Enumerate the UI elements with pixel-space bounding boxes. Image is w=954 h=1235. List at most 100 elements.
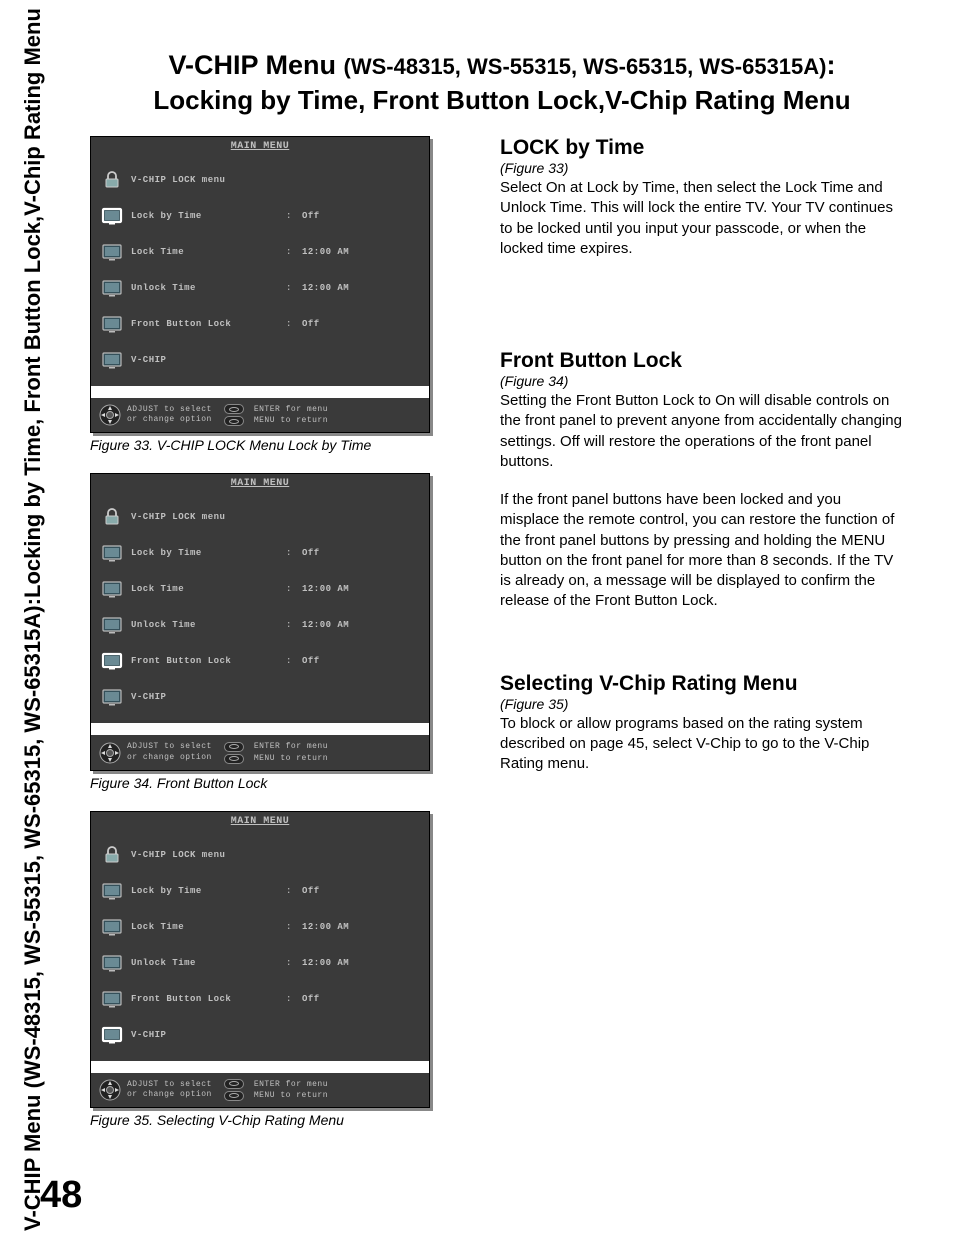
menu-row-2[interactable]: Unlock Time:12:00 AM bbox=[101, 945, 419, 981]
side-tab: V-CHIP Menu (WS-48315, WS-55315, WS-6531… bbox=[20, 160, 45, 1080]
menu-row-value: 12:00 AM bbox=[302, 958, 349, 968]
menu-row-label: Front Button Lock bbox=[131, 994, 276, 1004]
menu-row-label: Front Button Lock bbox=[131, 656, 276, 666]
lock-by-time-heading: LOCK by Time bbox=[500, 136, 904, 160]
title-prefix: V-CHIP Menu bbox=[168, 50, 343, 80]
page-title-line1: V-CHIP Menu (WS-48315, WS-55315, WS-6531… bbox=[100, 50, 904, 81]
footer-right-text: ENTER for menuMENU to return bbox=[254, 404, 328, 426]
menu-row-1[interactable]: Lock Time:12:00 AM bbox=[101, 909, 419, 945]
front-button-lock-body1: Setting the Front Button Lock to On will… bbox=[500, 391, 904, 472]
tv-icon bbox=[101, 614, 123, 636]
menu-row-0[interactable]: Lock by Time:Off bbox=[101, 198, 419, 234]
menu-row-value: Off bbox=[302, 994, 320, 1004]
nav-dpad-icon bbox=[99, 404, 121, 426]
menu-button-icon bbox=[224, 416, 244, 426]
tv-icon bbox=[101, 916, 123, 938]
menu-row-sep: : bbox=[284, 958, 294, 968]
menu-header-row: V-CHIP LOCK menu bbox=[101, 162, 419, 198]
menu-row-value: Off bbox=[302, 656, 320, 666]
menu-row-label: Unlock Time bbox=[131, 958, 276, 968]
menu-row-1[interactable]: Lock Time:12:00 AM bbox=[101, 571, 419, 607]
menu-row-value: 12:00 AM bbox=[302, 283, 349, 293]
menu-row-value: Off bbox=[302, 319, 320, 329]
tv-icon bbox=[101, 578, 123, 600]
screenshot-footer: ADJUST to selector change option ENTER fo… bbox=[91, 723, 429, 769]
footer-buttons bbox=[224, 742, 244, 764]
menu-row-sep: : bbox=[284, 620, 294, 630]
tv-icon bbox=[101, 277, 123, 299]
figure-34-screenshot: MAIN MENU V-CHIP LOCK menu Lock by Time: Of… bbox=[90, 473, 430, 770]
menu-row-0[interactable]: Lock by Time:Off bbox=[101, 873, 419, 909]
tv-icon bbox=[101, 650, 123, 672]
menu-row-label: Lock Time bbox=[131, 584, 276, 594]
menu-row-label: Lock Time bbox=[131, 922, 276, 932]
enter-button-icon bbox=[224, 1079, 244, 1089]
menu-row-2[interactable]: Unlock Time:12:00 AM bbox=[101, 270, 419, 306]
lock-icon bbox=[101, 506, 123, 528]
menu-row-label: Lock by Time bbox=[131, 548, 276, 558]
left-column: MAIN MENU V-CHIP LOCK menu Lock by Time: Of… bbox=[90, 136, 430, 1148]
footer-right-text: ENTER for menuMENU to return bbox=[254, 741, 328, 763]
menu-row-sep: : bbox=[284, 886, 294, 896]
menu-row-label: V-CHIP bbox=[131, 692, 276, 702]
tv-icon bbox=[101, 1024, 123, 1046]
tv-icon bbox=[101, 686, 123, 708]
page-title-block: V-CHIP Menu (WS-48315, WS-55315, WS-6531… bbox=[100, 50, 904, 116]
nav-dpad-icon bbox=[99, 742, 121, 764]
menu-row-3[interactable]: Front Button Lock: Off bbox=[101, 306, 419, 342]
menu-header-row: V-CHIP LOCK menu bbox=[101, 499, 419, 535]
vchip-rating-figref: (Figure 35) bbox=[500, 696, 904, 712]
page-title-line2: Locking by Time, Front Button Lock,V-Chi… bbox=[100, 85, 904, 116]
enter-button-icon bbox=[224, 742, 244, 752]
menu-row-2[interactable]: Unlock Time:12:00 AM bbox=[101, 607, 419, 643]
right-column: LOCK by Time (Figure 33) Select On at Lo… bbox=[500, 136, 904, 1148]
enter-button-icon bbox=[224, 404, 244, 414]
lock-by-time-figref: (Figure 33) bbox=[500, 160, 904, 176]
lock-icon bbox=[101, 169, 123, 191]
front-button-lock-heading: Front Button Lock bbox=[500, 349, 904, 373]
menu-row-value: 12:00 AM bbox=[302, 620, 349, 630]
main-menu-title: MAIN MENU bbox=[91, 474, 429, 491]
menu-row-sep: : bbox=[284, 319, 294, 329]
title-models: (WS-48315, WS-55315, WS-65315, WS-65315A… bbox=[344, 54, 827, 79]
menu-row-label: Lock Time bbox=[131, 247, 276, 257]
menu-header-label: V-CHIP LOCK menu bbox=[131, 175, 276, 185]
menu-row-value: 12:00 AM bbox=[302, 922, 349, 932]
menu-row-sep: : bbox=[284, 922, 294, 932]
menu-button-icon bbox=[224, 754, 244, 764]
menu-row-3[interactable]: Front Button Lock:Off bbox=[101, 981, 419, 1017]
figure-34-caption: Figure 34. Front Button Lock bbox=[90, 775, 430, 791]
front-button-lock-body2: If the front panel buttons have been loc… bbox=[500, 490, 904, 612]
footer-right-text: ENTER for menuMENU to return bbox=[254, 1079, 328, 1101]
menu-button-icon bbox=[224, 1091, 244, 1101]
menu-row-label: Front Button Lock bbox=[131, 319, 276, 329]
menu-row-0[interactable]: Lock by Time: Off bbox=[101, 535, 419, 571]
page-number: 48 bbox=[40, 1174, 82, 1217]
menu-header-label: V-CHIP LOCK menu bbox=[131, 512, 276, 522]
menu-row-3[interactable]: Front Button Lock:Off bbox=[101, 643, 419, 679]
tv-icon bbox=[101, 542, 123, 564]
screenshot-footer: ADJUST to selector change optionENTER fo… bbox=[91, 386, 429, 432]
menu-row-value: Off bbox=[302, 548, 320, 558]
tv-icon bbox=[101, 313, 123, 335]
nav-dpad-icon bbox=[99, 1079, 121, 1101]
menu-row-label: Unlock Time bbox=[131, 283, 276, 293]
footer-adjust-text: ADJUST to selector change option bbox=[127, 742, 212, 763]
main-menu-title: MAIN MENU bbox=[91, 812, 429, 829]
menu-row-sep: : bbox=[284, 283, 294, 293]
menu-row-value: Off bbox=[302, 211, 320, 221]
footer-adjust-text: ADJUST to selector change option bbox=[127, 1080, 212, 1101]
menu-row-1[interactable]: Lock Time:12:00 AM bbox=[101, 234, 419, 270]
menu-row-4[interactable]: V-CHIP bbox=[101, 342, 419, 378]
figure-35-caption: Figure 35. Selecting V-Chip Rating Menu bbox=[90, 1112, 430, 1128]
menu-row-4[interactable]: V-CHIP bbox=[101, 679, 419, 715]
menu-row-sep: : bbox=[284, 548, 294, 558]
figure-33-caption: Figure 33. V-CHIP LOCK Menu Lock by Time bbox=[90, 437, 430, 453]
section-front-button-lock: Front Button Lock (Figure 34) Setting th… bbox=[500, 349, 904, 612]
menu-row-4[interactable]: V-CHIP bbox=[101, 1017, 419, 1053]
lock-icon bbox=[101, 844, 123, 866]
menu-row-label: Lock by Time bbox=[131, 211, 276, 221]
figure-35-screenshot: MAIN MENUV-CHIP LOCK menuLock by Time:Of… bbox=[90, 811, 430, 1108]
footer-buttons bbox=[224, 1079, 244, 1101]
menu-row-sep: : bbox=[284, 584, 294, 594]
